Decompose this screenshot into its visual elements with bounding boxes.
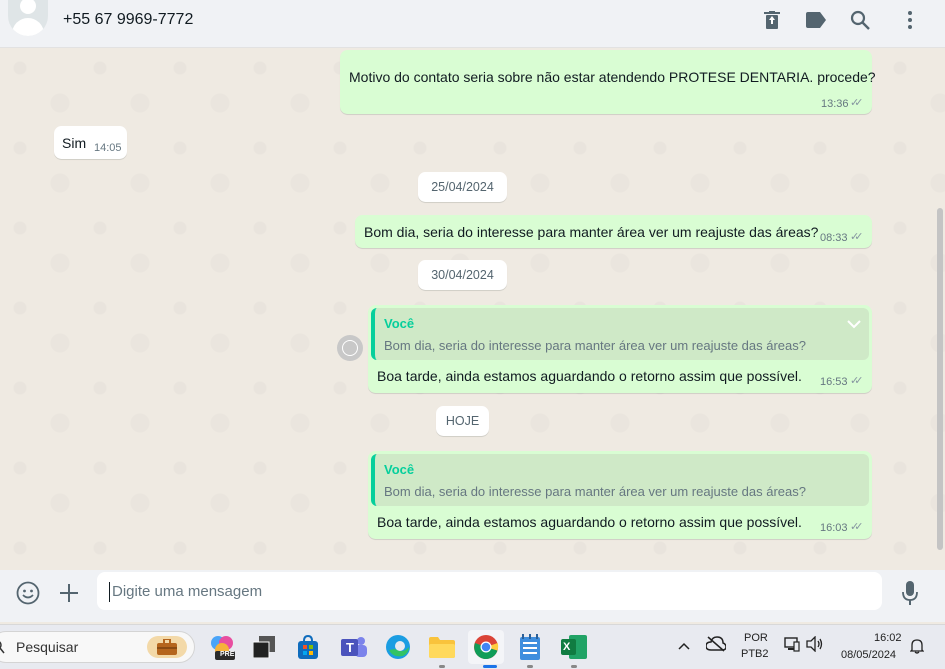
- quote-author: Você: [384, 462, 415, 477]
- taskbar-search[interactable]: Pesquisar: [0, 631, 195, 663]
- clock-time[interactable]: 16:02: [874, 632, 902, 644]
- message-time: 16:53: [820, 376, 848, 388]
- text-caret: [109, 582, 110, 602]
- clock-date[interactable]: 08/05/2024: [841, 649, 896, 661]
- message-text: Motivo do contato seria sobre não estar …: [349, 69, 876, 85]
- search-icon[interactable]: [848, 8, 872, 32]
- quoted-message[interactable]: Você Bom dia, seria do interesse para ma…: [371, 454, 869, 506]
- message-text: Sim: [62, 135, 87, 151]
- avatar-head: [20, 0, 36, 14]
- message-outgoing[interactable]: Bom dia, seria do interesse para manter …: [355, 215, 872, 248]
- chat-scrollbar[interactable]: [937, 208, 943, 550]
- message-time: 08:33: [820, 232, 848, 244]
- briefcase-icon[interactable]: [147, 636, 187, 658]
- delete-icon[interactable]: [760, 8, 784, 32]
- store-icon[interactable]: [292, 631, 324, 663]
- double-check-icon: ✓✓: [850, 231, 864, 243]
- plus-icon[interactable]: [55, 579, 83, 607]
- notepad-icon[interactable]: [514, 631, 546, 663]
- contact-avatar[interactable]: [8, 0, 48, 36]
- double-check-icon: ✓✓: [850, 375, 864, 387]
- copilot-icon[interactable]: PRE: [206, 631, 238, 663]
- double-check-icon: ✓✓: [850, 521, 864, 533]
- date-separator: HOJE: [436, 406, 489, 436]
- teams-letter: T: [346, 640, 354, 655]
- excel-icon[interactable]: X: [558, 631, 590, 663]
- message-incoming[interactable]: Sim 14:05: [54, 126, 127, 159]
- message-text: Boa tarde, ainda estamos aguardando o re…: [377, 514, 802, 530]
- running-indicator-active: [483, 665, 497, 668]
- message-time: 14:05: [94, 142, 122, 154]
- label-icon[interactable]: [804, 8, 828, 32]
- contact-name[interactable]: +55 67 9969-7772: [63, 11, 193, 29]
- message-composer: [0, 570, 945, 622]
- running-indicator: [527, 665, 533, 668]
- date-separator: 25/04/2024: [418, 172, 507, 202]
- running-indicator: [571, 665, 577, 668]
- quote-text: Bom dia, seria do interesse para manter …: [384, 338, 806, 353]
- teams-icon[interactable]: T: [338, 631, 370, 663]
- quote-text: Bom dia, seria do interesse para manter …: [384, 484, 806, 499]
- search-label: Pesquisar: [16, 639, 79, 655]
- double-check-icon: ✓✓: [850, 97, 864, 109]
- chat-area[interactable]: Motivo do contato seria sobre não estar …: [0, 48, 945, 560]
- emoji-icon[interactable]: [14, 579, 42, 607]
- language-indicator[interactable]: POR: [744, 632, 768, 644]
- message-outgoing-reply[interactable]: Você Bom dia, seria do interesse para ma…: [368, 451, 872, 539]
- message-outgoing-reply[interactable]: Você Bom dia, seria do interesse para ma…: [368, 305, 872, 393]
- running-indicator: [439, 665, 445, 668]
- file-explorer-icon[interactable]: [426, 631, 458, 663]
- task-view-icon[interactable]: [248, 631, 280, 663]
- message-outgoing[interactable]: Motivo do contato seria sobre não estar …: [340, 50, 876, 114]
- edge-icon[interactable]: [382, 631, 414, 663]
- chevron-down-icon[interactable]: [847, 316, 861, 332]
- search-icon: [0, 640, 5, 659]
- chevron-up-icon[interactable]: [678, 637, 690, 655]
- quoted-message[interactable]: Você Bom dia, seria do interesse para ma…: [371, 308, 869, 360]
- menu-icon[interactable]: [898, 8, 922, 32]
- message-time: 16:03: [820, 522, 848, 534]
- chat-header: +55 67 9969-7772: [0, 0, 945, 48]
- network-icon[interactable]: [784, 636, 800, 657]
- windows-taskbar: Pesquisar PRE T X POR PTB2 16:02 08/05/2…: [0, 624, 945, 669]
- message-input[interactable]: [97, 572, 882, 610]
- quote-author: Você: [384, 316, 415, 331]
- message-time: 13:36: [821, 98, 849, 110]
- date-separator: 30/04/2024: [418, 260, 507, 290]
- emoji-reaction-button[interactable]: [337, 335, 363, 361]
- avatar-body: [12, 18, 44, 36]
- volume-icon[interactable]: [806, 635, 824, 657]
- bell-icon[interactable]: [909, 638, 925, 659]
- copilot-badge: PRE: [220, 651, 235, 658]
- message-text: Bom dia, seria do interesse para manter …: [364, 224, 819, 240]
- message-text: Boa tarde, ainda estamos aguardando o re…: [377, 368, 802, 384]
- microphone-icon[interactable]: [896, 579, 924, 607]
- cloud-offline-icon[interactable]: [705, 636, 727, 657]
- keyboard-layout[interactable]: PTB2: [741, 648, 769, 660]
- smiley-icon: [342, 340, 358, 356]
- excel-letter: X: [563, 641, 571, 653]
- chrome-icon[interactable]: [468, 630, 504, 664]
